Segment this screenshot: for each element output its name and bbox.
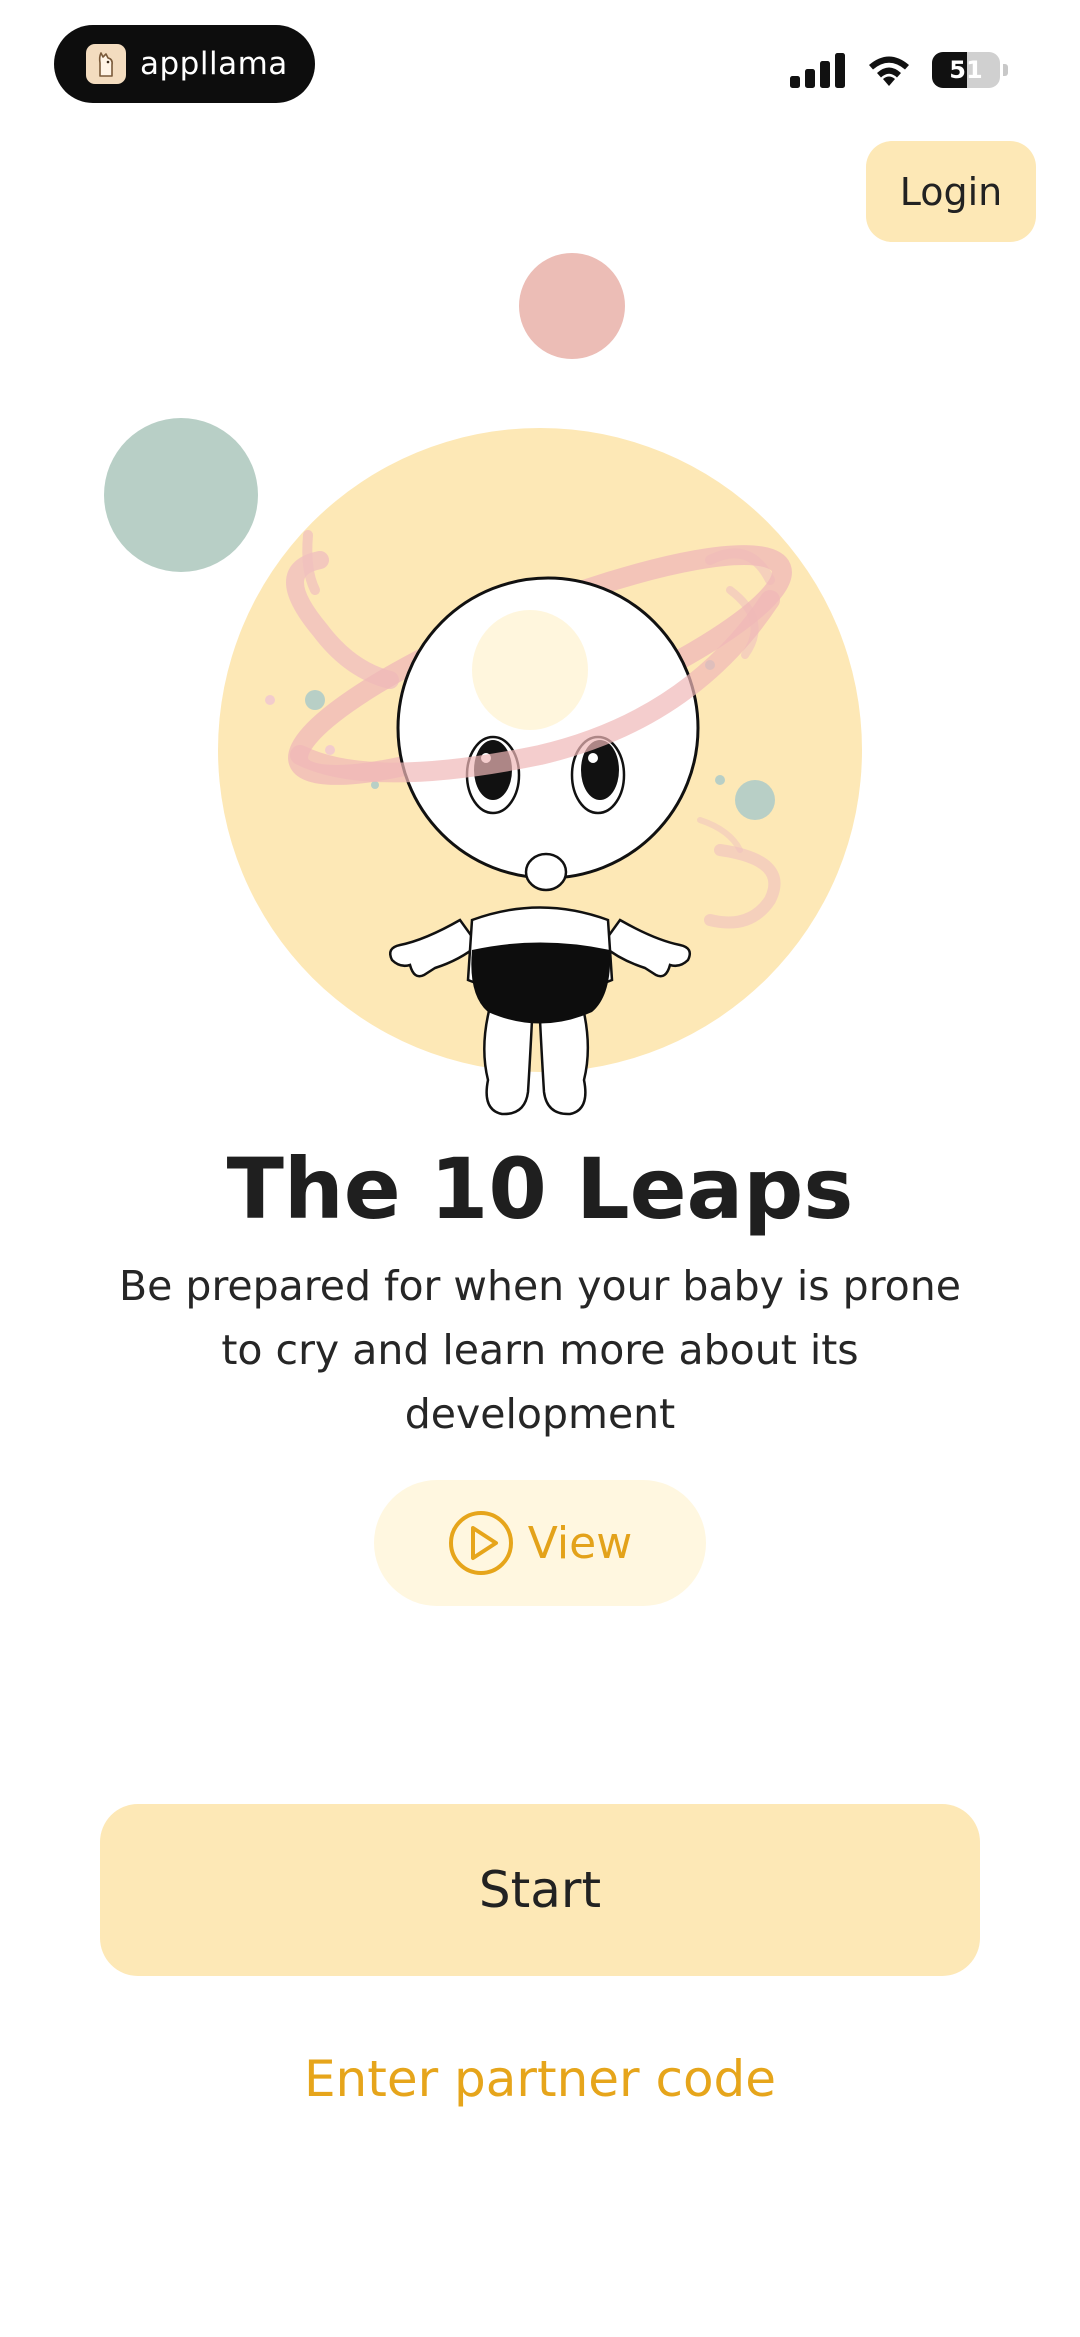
decorative-pink-dot — [519, 253, 625, 359]
status-icons: 51 — [790, 48, 1008, 92]
enter-partner-code-link[interactable]: Enter partner code — [0, 2050, 1080, 2108]
page-title: The 10 Leaps — [226, 1140, 854, 1238]
play-circle-icon — [448, 1511, 513, 1575]
wifi-icon — [869, 56, 909, 86]
app-name: appllama — [140, 46, 288, 82]
signal-icon — [790, 53, 845, 88]
view-button[interactable]: View — [374, 1480, 706, 1606]
llama-icon — [86, 44, 126, 84]
battery-indicator: 51 — [932, 52, 1008, 88]
baby-planet-illustration — [218, 428, 862, 1116]
login-button[interactable]: Login — [866, 141, 1036, 242]
view-button-label: View — [527, 1517, 633, 1569]
battery-icon: 51 — [932, 52, 1000, 88]
page-description: Be prepared for when your baby is prone … — [119, 1262, 961, 1438]
battery-percentage: 51 — [949, 56, 983, 84]
welcome-screen: appllama 51 Login The 10 Leaps Be prepar… — [0, 0, 1080, 2337]
app-indicator-pill: appllama — [54, 25, 315, 103]
start-button[interactable]: Start — [100, 1804, 980, 1976]
